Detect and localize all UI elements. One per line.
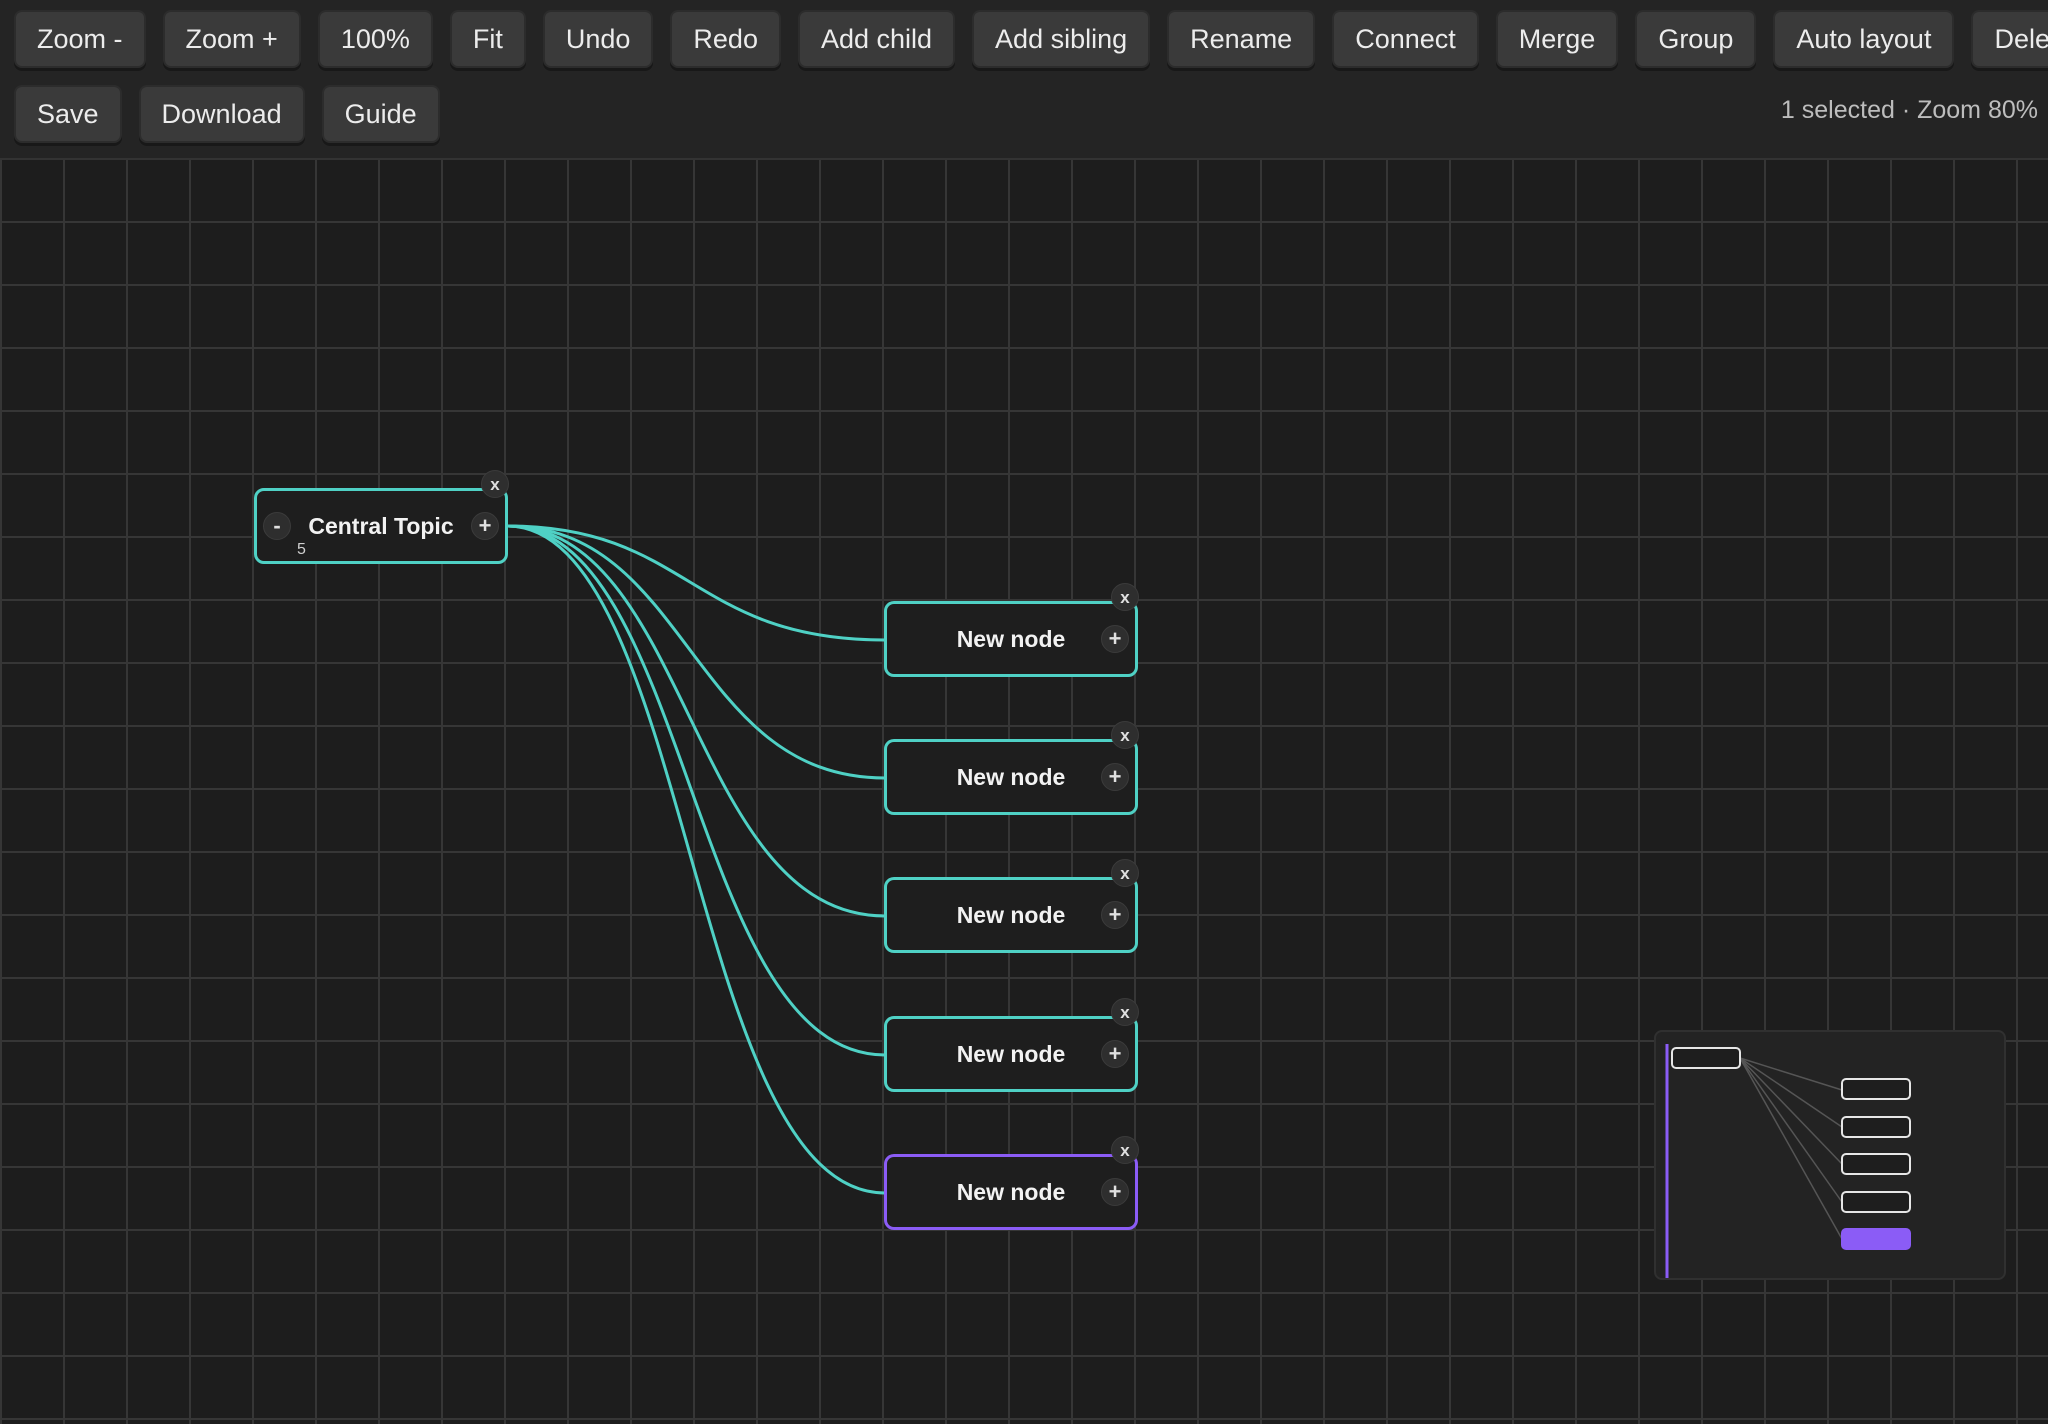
toolbar-row-secondary: Save Download Guide	[14, 84, 2034, 144]
child-node-5-selected[interactable]: New node + x	[884, 1136, 1139, 1230]
toolbar: Zoom - Zoom + 100% Fit Undo Redo Add chi…	[0, 0, 2048, 160]
close-icon[interactable]: x	[1111, 859, 1139, 887]
add-sibling-button[interactable]: Add sibling	[972, 10, 1151, 68]
selection-zoom-status: 1 selected · Zoom 80%	[1780, 96, 2038, 124]
add-child-plus-icon[interactable]: +	[1101, 625, 1129, 653]
minimap-child-node	[1841, 1153, 1911, 1175]
minimap[interactable]	[1654, 1030, 2006, 1280]
edge-root-to-node-5	[506, 524, 886, 1195]
minimap-child-node	[1841, 1116, 1911, 1138]
minimap-child-node	[1841, 1191, 1911, 1213]
collapse-button[interactable]: -	[263, 512, 291, 540]
child-node-4[interactable]: New node + x	[884, 998, 1139, 1092]
add-child-plus-icon[interactable]: +	[1101, 1178, 1129, 1206]
minimap-child-node	[1841, 1078, 1911, 1100]
redo-button[interactable]: Redo	[670, 10, 781, 68]
delete-button[interactable]: Delete	[1971, 10, 2048, 68]
guide-button[interactable]: Guide	[321, 85, 440, 143]
edge-root-to-node-1	[506, 524, 886, 642]
auto-layout-button[interactable]: Auto layout	[1773, 10, 1955, 68]
add-child-plus-icon[interactable]: +	[1101, 1040, 1129, 1068]
node-label: New node	[956, 1178, 1066, 1205]
save-button[interactable]: Save	[14, 85, 122, 143]
node-label: New node	[956, 763, 1066, 790]
edge-root-to-node-3	[506, 524, 886, 918]
zoom-out-button[interactable]: Zoom -	[14, 10, 146, 68]
edge-root-to-node-4	[506, 524, 886, 1057]
toolbar-row-primary: Zoom - Zoom + 100% Fit Undo Redo Add chi…	[14, 9, 2048, 69]
fit-button[interactable]: Fit	[449, 10, 526, 68]
node-label: New node	[956, 901, 1066, 928]
close-icon[interactable]: x	[1111, 583, 1139, 611]
add-child-plus-icon[interactable]: +	[471, 512, 499, 540]
add-child-plus-icon[interactable]: +	[1101, 901, 1129, 929]
add-child-button[interactable]: Add child	[797, 10, 956, 68]
minimap-root-node	[1671, 1047, 1741, 1069]
edge-root-to-node-2	[506, 524, 886, 780]
zoom-in-button[interactable]: Zoom +	[162, 10, 301, 68]
merge-button[interactable]: Merge	[1495, 10, 1619, 68]
minimap-selected-node	[1841, 1228, 1911, 1250]
connect-button[interactable]: Connect	[1332, 10, 1479, 68]
node-label: Central Topic	[308, 512, 454, 539]
minimap-edge	[1739, 1057, 1843, 1203]
node-label: New node	[956, 625, 1066, 652]
child-node-3[interactable]: New node + x	[884, 859, 1139, 953]
rename-button[interactable]: Rename	[1167, 10, 1316, 68]
close-icon[interactable]: x	[1111, 1136, 1139, 1164]
undo-button[interactable]: Undo	[542, 10, 654, 68]
mindmap-app: Zoom - Zoom + 100% Fit Undo Redo Add chi…	[0, 0, 2048, 1424]
download-button[interactable]: Download	[138, 85, 305, 143]
minimap-edge	[1739, 1057, 1843, 1128]
close-icon[interactable]: x	[1111, 998, 1139, 1026]
add-child-plus-icon[interactable]: +	[1101, 763, 1129, 791]
child-node-2[interactable]: New node + x	[884, 721, 1139, 815]
child-count-badge: 5	[297, 541, 306, 558]
close-icon[interactable]: x	[481, 470, 509, 498]
central-topic-node[interactable]: - Central Topic + x 5	[254, 470, 509, 564]
node-label: New node	[956, 1040, 1066, 1067]
child-node-1[interactable]: New node + x	[884, 583, 1139, 677]
zoom-reset-button[interactable]: 100%	[317, 10, 433, 68]
minimap-drawing	[1665, 1044, 1911, 1278]
close-icon[interactable]: x	[1111, 721, 1139, 749]
group-button[interactable]: Group	[1635, 10, 1757, 68]
